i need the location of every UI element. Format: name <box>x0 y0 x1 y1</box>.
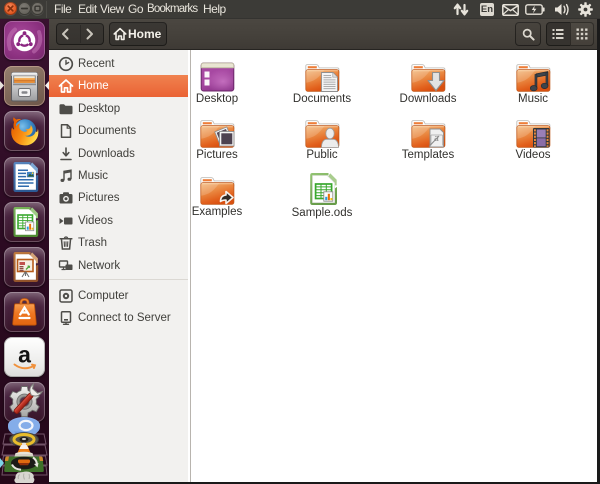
svg-text:a: a <box>18 342 31 368</box>
